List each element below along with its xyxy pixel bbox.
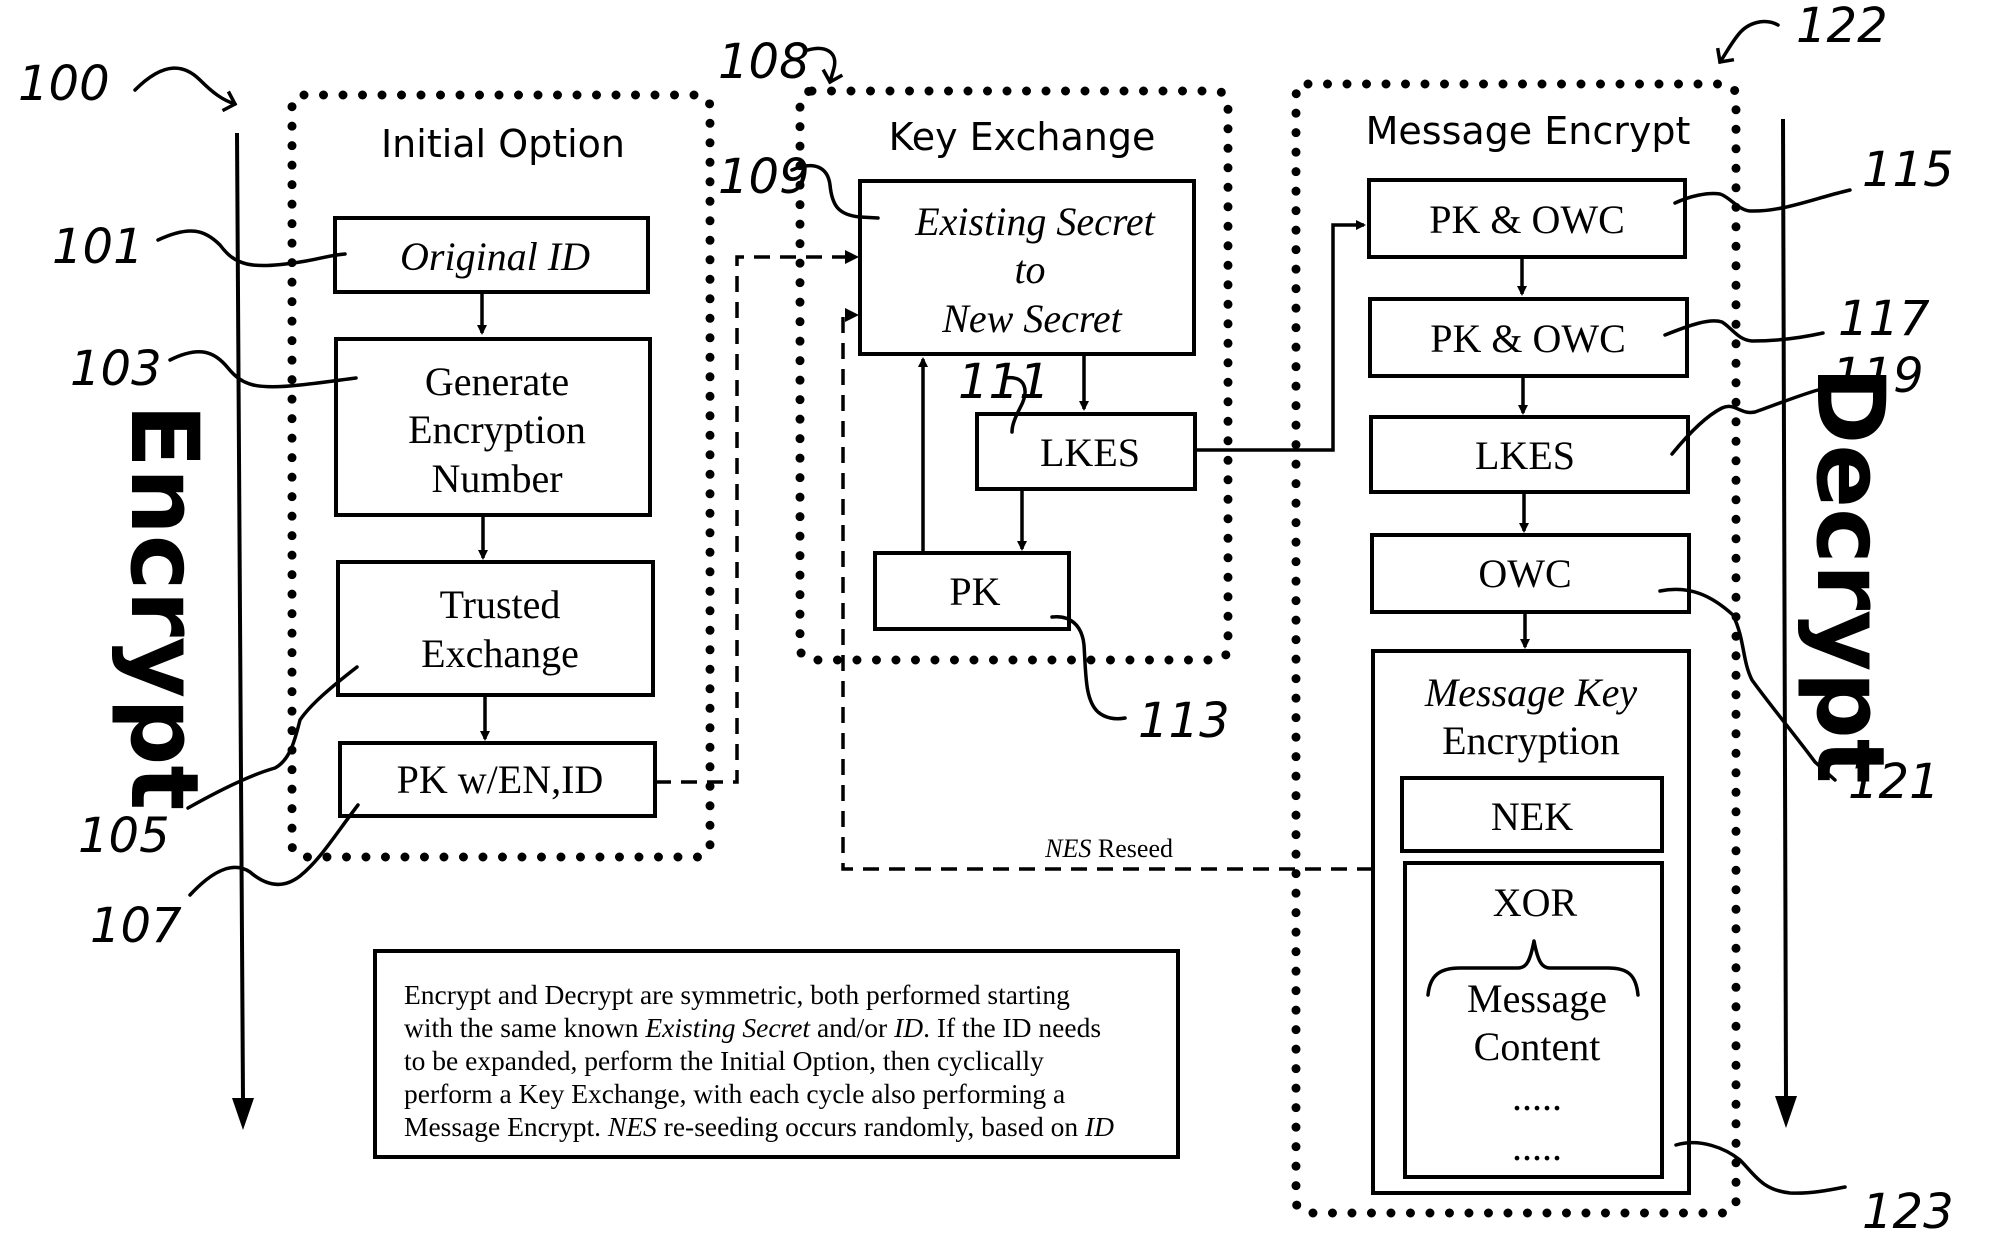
ref-115-leader (1673, 188, 1852, 213)
original-id-box: Original ID (333, 216, 650, 294)
xor-text: XOR (1493, 880, 1578, 925)
secret-line-1: Existing Secret (914, 199, 1155, 244)
initial-option-title: Initial Option (381, 122, 625, 166)
lkes-key-exchange-text: LKES (1040, 430, 1140, 475)
encrypt-direction-arrow (232, 132, 254, 1130)
message-encrypt-title: Message Encrypt (1366, 109, 1691, 153)
decrypt-direction-arrow (1775, 118, 1797, 1128)
ref-117: 117 (1838, 291, 1930, 347)
decrypt-label: Decrypt (1795, 366, 1904, 783)
pk-en-id-box: PK w/EN,ID (338, 741, 657, 818)
ellipsis-1: ..... (1512, 1074, 1562, 1119)
ref-122: 122 (1796, 0, 1888, 54)
pk-en-id-text: PK w/EN,ID (397, 757, 604, 802)
pk-to-secret-dashed-connector (655, 255, 852, 784)
trusted-line-2: Exchange (421, 631, 579, 676)
ref-115: 115 (1862, 142, 1954, 198)
ref-100: 100 (18, 56, 110, 112)
ref-103-leader (168, 350, 358, 389)
ref-107-leader (188, 803, 360, 897)
note-line-3: to be expanded, perform the Initial Opti… (404, 1045, 1044, 1076)
ref-108: 108 (718, 34, 810, 90)
generate-line-1: Generate (425, 359, 569, 404)
explanatory-note: Encrypt and Decrypt are symmetric, both … (373, 949, 1180, 1159)
secret-line-2: to (1014, 247, 1045, 292)
trusted-exchange-box: Trusted Exchange (336, 560, 655, 697)
pk-owc-1-text: PK & OWC (1429, 197, 1625, 242)
arrow-head (845, 250, 859, 264)
ref-119: 119 (1832, 348, 1924, 404)
ref-123: 123 (1862, 1184, 1954, 1239)
owc-box: OWC (1370, 533, 1691, 614)
lkes-message-text: LKES (1475, 433, 1575, 478)
ref-123-leader (1674, 1140, 1847, 1195)
note-line-5: Message Encrypt. NES re-seeding occurs r… (404, 1111, 1114, 1142)
content-line-1: Message (1467, 976, 1607, 1021)
ref-103: 103 (70, 341, 162, 397)
existing-secret-box: Existing Secret to New Secret (858, 179, 1196, 356)
secret-line-3: New Secret (941, 296, 1122, 341)
nes-reseed-label: NES Reseed (1044, 834, 1173, 863)
ref-121: 121 (1848, 754, 1940, 810)
generate-line-3: Number (431, 456, 562, 501)
mke-line-2: Encryption (1442, 718, 1620, 763)
original-id-text: Original ID (400, 234, 590, 279)
pk-owc-2-box: PK & OWC (1368, 297, 1689, 378)
pk-key-exchange-text: PK (949, 569, 1000, 614)
owc-text: OWC (1478, 551, 1571, 596)
ref-108-arrow-icon (806, 46, 844, 85)
content-line-2: Content (1474, 1024, 1601, 1069)
generate-line-2: Encryption (408, 407, 586, 452)
nek-text: NEK (1491, 794, 1573, 839)
ref-113: 113 (1138, 693, 1230, 749)
ref-105: 105 (78, 808, 170, 864)
lkes-to-message-connector (1195, 220, 1366, 452)
xor-box: XOR Message Content ..... ..... (1403, 861, 1664, 1179)
note-line-1: Encrypt and Decrypt are symmetric, both … (404, 979, 1070, 1010)
arrow-head (845, 308, 859, 322)
pk-owc-2-text: PK & OWC (1430, 316, 1626, 361)
note-line-2: with the same known Existing Secret and/… (404, 1012, 1101, 1043)
ref-122-arrow-icon (1715, 19, 1780, 65)
message-key-encryption-box: Message Key Encryption NEK XOR Message C… (1371, 649, 1691, 1195)
ref-101: 101 (52, 219, 144, 275)
ref-107: 107 (90, 898, 182, 954)
ref-101-leader (156, 229, 347, 268)
ref-109: 109 (718, 149, 810, 205)
pk-key-exchange-box: PK (873, 551, 1071, 631)
ref-100-arrow-icon (133, 66, 238, 113)
pk-owc-1-box: PK & OWC (1367, 178, 1687, 259)
note-line-4: perform a Key Exchange, with each cycle … (404, 1078, 1065, 1109)
generate-encryption-number-box: Generate Encryption Number (334, 337, 652, 517)
nek-box: NEK (1400, 776, 1664, 853)
key-exchange-title: Key Exchange (889, 115, 1156, 159)
ref-111: 111 (958, 354, 1050, 410)
ref-113-leader (1050, 615, 1127, 721)
ellipsis-2: ..... (1512, 1124, 1562, 1169)
encrypt-label: Encrypt (109, 404, 218, 811)
lkes-key-exchange-box: LKES (975, 412, 1197, 491)
lkes-message-box: LKES (1369, 415, 1690, 494)
trusted-line-1: Trusted (440, 582, 561, 627)
mke-line-1: Message Key (1424, 670, 1637, 715)
encryption-flow-diagram: Encrypt Decrypt Initial Option Key Excha… (18, 0, 1954, 1239)
